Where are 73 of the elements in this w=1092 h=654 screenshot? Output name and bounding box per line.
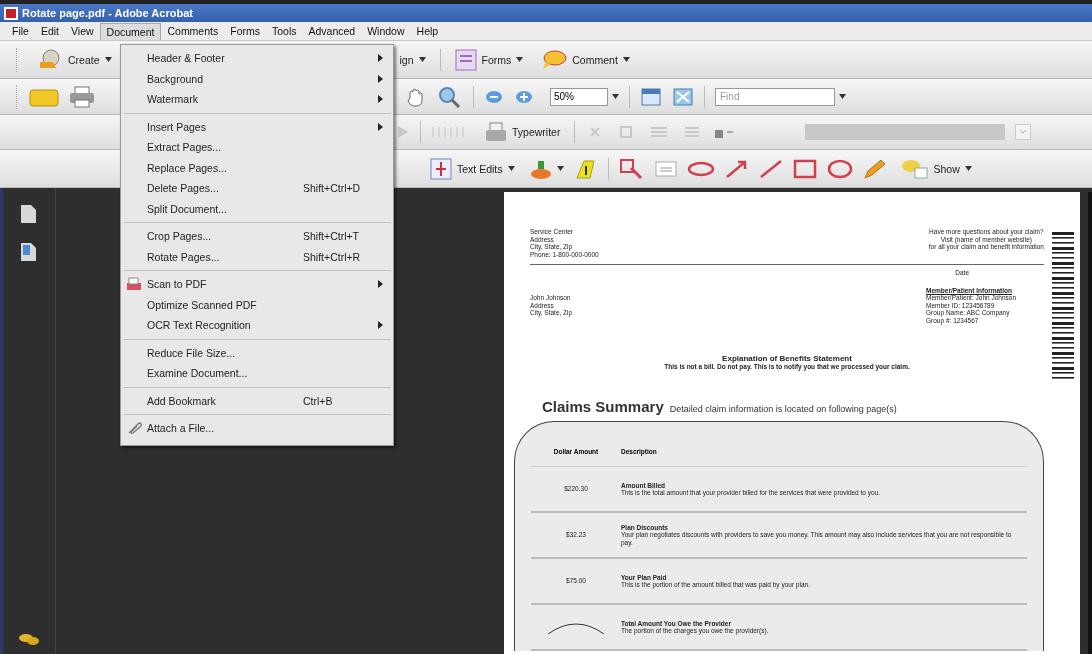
menu-item[interactable]: OCR Text Recognition	[121, 315, 393, 336]
forms-button[interactable]: Forms	[450, 46, 528, 73]
menu-item[interactable]: Replace Pages...	[121, 157, 393, 178]
menu-item[interactable]: Reduce File Size...	[121, 342, 393, 363]
caret-icon	[104, 57, 112, 62]
find-field[interactable]: Find	[715, 87, 835, 106]
dropdown-arrow-icon[interactable]	[612, 94, 619, 99]
caret-icon	[418, 57, 426, 62]
menu-item[interactable]: Optimize Scanned PDF	[121, 294, 393, 315]
menu-item[interactable]: Tools	[265, 23, 303, 39]
menu-item[interactable]: Window	[361, 23, 411, 39]
pencil-icon[interactable]	[862, 157, 887, 180]
menu-item[interactable]: Header & Footer	[121, 48, 393, 69]
oval-icon[interactable]	[826, 158, 853, 179]
section-note: Detailed claim information is located on following page(s)	[669, 404, 897, 414]
menu-item[interactable]: Attach a File...	[121, 418, 393, 439]
zoom-field[interactable]: 50%	[550, 87, 608, 106]
menu-item[interactable]: Background	[121, 68, 393, 89]
caret-icon	[507, 166, 515, 171]
menu-item[interactable]: View	[65, 23, 100, 39]
typewriter-icon	[485, 121, 507, 143]
pages-icon[interactable]	[20, 202, 38, 224]
menu-item[interactable]: Delete Pages... Shift+Ctrl+D	[121, 178, 393, 199]
menu-item[interactable]: Edit	[34, 23, 65, 39]
menu-item[interactable]: Rotate Pages... Shift+Ctrl+R	[121, 246, 393, 267]
create-button[interactable]: Create	[33, 45, 116, 74]
menu-item[interactable]: File	[6, 23, 35, 39]
menu-item[interactable]: Forms	[224, 23, 266, 39]
zoom-out-icon[interactable]	[484, 88, 504, 105]
arrow-icon[interactable]	[724, 158, 749, 179]
menu-item[interactable]: Crop Pages... Shift+Ctrl+T	[121, 226, 393, 247]
print-icon[interactable]	[69, 85, 95, 108]
form-icon	[454, 48, 477, 71]
caret-icon	[622, 57, 630, 62]
text-edits-button[interactable]: Text Edits	[426, 155, 519, 182]
caret-icon	[516, 57, 524, 62]
section-heading: Claims Summary	[542, 398, 664, 415]
full-screen-icon[interactable]	[672, 86, 694, 107]
oval-outline	[546, 620, 606, 634]
typewriter-button[interactable]: Typewriter	[481, 119, 565, 145]
text-edit-icon	[430, 157, 452, 180]
menu-item[interactable]: Advanced	[302, 23, 362, 39]
window-title: Rotate page.pdf - Adobe Acrobat	[22, 7, 193, 19]
scanner-icon	[126, 277, 142, 292]
pdf-file-icon	[4, 6, 18, 20]
dropdown-arrow-icon[interactable]	[839, 94, 846, 99]
sign-button[interactable]: ign	[395, 51, 430, 68]
menu-item[interactable]: Scan to PDF	[121, 274, 393, 295]
play-icon	[396, 124, 410, 140]
line-icon[interactable]	[758, 158, 783, 179]
caret-icon	[964, 166, 972, 171]
show-button[interactable]: Show	[896, 155, 976, 182]
menu-item[interactable]: Extract Pages...	[121, 137, 393, 158]
comment-button[interactable]: Comment	[537, 46, 634, 73]
menu-item[interactable]: Help	[410, 23, 445, 39]
bookmark-page-icon[interactable]	[20, 240, 38, 262]
menu-item[interactable]: Add Bookmark Ctrl+B	[121, 390, 393, 411]
speech-bubble-icon	[541, 48, 568, 71]
fit-page-icon[interactable]	[640, 86, 662, 107]
zoom-in-icon[interactable]	[514, 88, 534, 105]
rectangle-icon[interactable]	[792, 158, 817, 179]
menu-item[interactable]: Comments	[161, 23, 225, 39]
menu-item[interactable]: Examine Document...	[121, 363, 393, 384]
speech-bubbles-icon	[900, 157, 929, 180]
menu-item[interactable]: Document	[99, 22, 162, 40]
menu-item[interactable]: Split Document...	[121, 198, 393, 219]
menu-item[interactable]: Insert Pages	[121, 116, 393, 137]
menu-item[interactable]: Watermark	[121, 89, 393, 110]
statement-title: Explanation of Benefits Statement	[722, 354, 852, 363]
highlight-text-icon[interactable]	[573, 157, 598, 180]
dropdown-arrow-icon[interactable]	[556, 166, 564, 171]
zoom-icon[interactable]	[437, 85, 463, 108]
folder-icon[interactable]	[29, 86, 59, 107]
